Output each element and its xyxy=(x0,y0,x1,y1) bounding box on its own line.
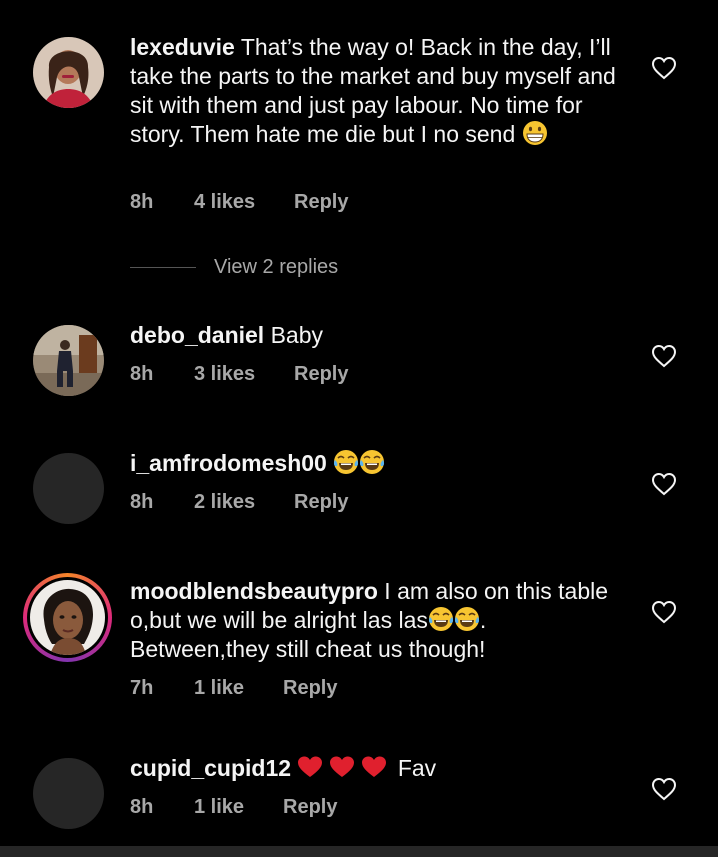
comment-likes[interactable]: 1 like xyxy=(194,677,283,700)
comment-username[interactable]: moodblendsbeautypro xyxy=(130,578,378,604)
view-replies-label: View 2 replies xyxy=(214,256,339,278)
tears-of-joy-emoji xyxy=(360,450,385,474)
comment-body: i_amfrodomesh00 xyxy=(130,449,620,478)
tears-of-joy-emoji xyxy=(334,450,359,474)
comment-body: moodblendsbeautypro I am also on this ta… xyxy=(130,577,620,664)
comment-likes[interactable]: 2 likes xyxy=(194,491,294,514)
view-replies-link[interactable]: View 2 replies xyxy=(130,256,338,279)
comment-body: lexeduvie That’s the way o! Back in the … xyxy=(130,33,620,149)
heart-outline-icon[interactable] xyxy=(651,777,677,801)
avatar-photo xyxy=(30,580,105,655)
avatar-photo xyxy=(33,37,104,108)
avatar xyxy=(30,580,105,655)
comment-meta: 8h 2 likes Reply xyxy=(130,491,348,514)
tears-of-joy-emoji xyxy=(428,607,453,631)
comment-text: Baby xyxy=(264,322,324,348)
avatar[interactable] xyxy=(33,325,104,396)
comment-body: cupid_cupid12 Fav xyxy=(130,754,620,783)
comment-likes[interactable]: 1 like xyxy=(194,796,283,819)
comment-time: 7h xyxy=(130,677,154,699)
comment-username[interactable]: lexeduvie xyxy=(130,34,235,60)
avatar[interactable] xyxy=(33,453,104,524)
comment-likes[interactable]: 3 likes xyxy=(194,363,294,386)
comment-likes[interactable]: 4 likes xyxy=(194,191,294,214)
comment-username[interactable]: cupid_cupid12 xyxy=(130,755,291,781)
comment-body: debo_daniel Baby xyxy=(130,321,620,350)
reply-button[interactable]: Reply xyxy=(283,796,337,819)
comment-meta: 8h 1 like Reply xyxy=(130,796,337,819)
comment-meta: 7h 1 like Reply xyxy=(130,677,337,700)
heart-outline-icon[interactable] xyxy=(651,472,677,496)
comment-meta: 8h 3 likes Reply xyxy=(130,363,348,386)
avatar-ring-gap xyxy=(27,577,108,658)
reply-button[interactable]: Reply xyxy=(294,363,348,386)
bottom-bar xyxy=(0,846,718,857)
avatar[interactable] xyxy=(33,37,104,108)
avatar-photo xyxy=(33,325,104,396)
grinning-face-emoji xyxy=(522,121,547,145)
comment-time: 8h xyxy=(130,796,154,818)
comment-time: 8h xyxy=(130,191,154,213)
avatar[interactable] xyxy=(33,758,104,829)
comment-username[interactable]: i_amfrodomesh00 xyxy=(130,450,327,476)
comment-meta: 8h 4 likes Reply xyxy=(130,191,348,214)
heart-outline-icon[interactable] xyxy=(651,56,677,80)
red-heart-emoji xyxy=(362,756,387,777)
divider xyxy=(130,267,196,268)
tears-of-joy-emoji xyxy=(454,607,479,631)
comment-time: 8h xyxy=(130,363,154,385)
reply-button[interactable]: Reply xyxy=(294,191,348,214)
reply-button[interactable]: Reply xyxy=(294,491,348,514)
comment-time: 8h xyxy=(130,491,154,513)
comment-text: Fav xyxy=(391,755,437,781)
avatar-story-ring[interactable] xyxy=(23,573,112,662)
red-heart-emoji xyxy=(330,756,355,777)
reply-button[interactable]: Reply xyxy=(283,677,337,700)
heart-outline-icon[interactable] xyxy=(651,600,677,624)
comment-username[interactable]: debo_daniel xyxy=(130,322,264,348)
heart-outline-icon[interactable] xyxy=(651,344,677,368)
red-heart-emoji xyxy=(298,756,323,777)
